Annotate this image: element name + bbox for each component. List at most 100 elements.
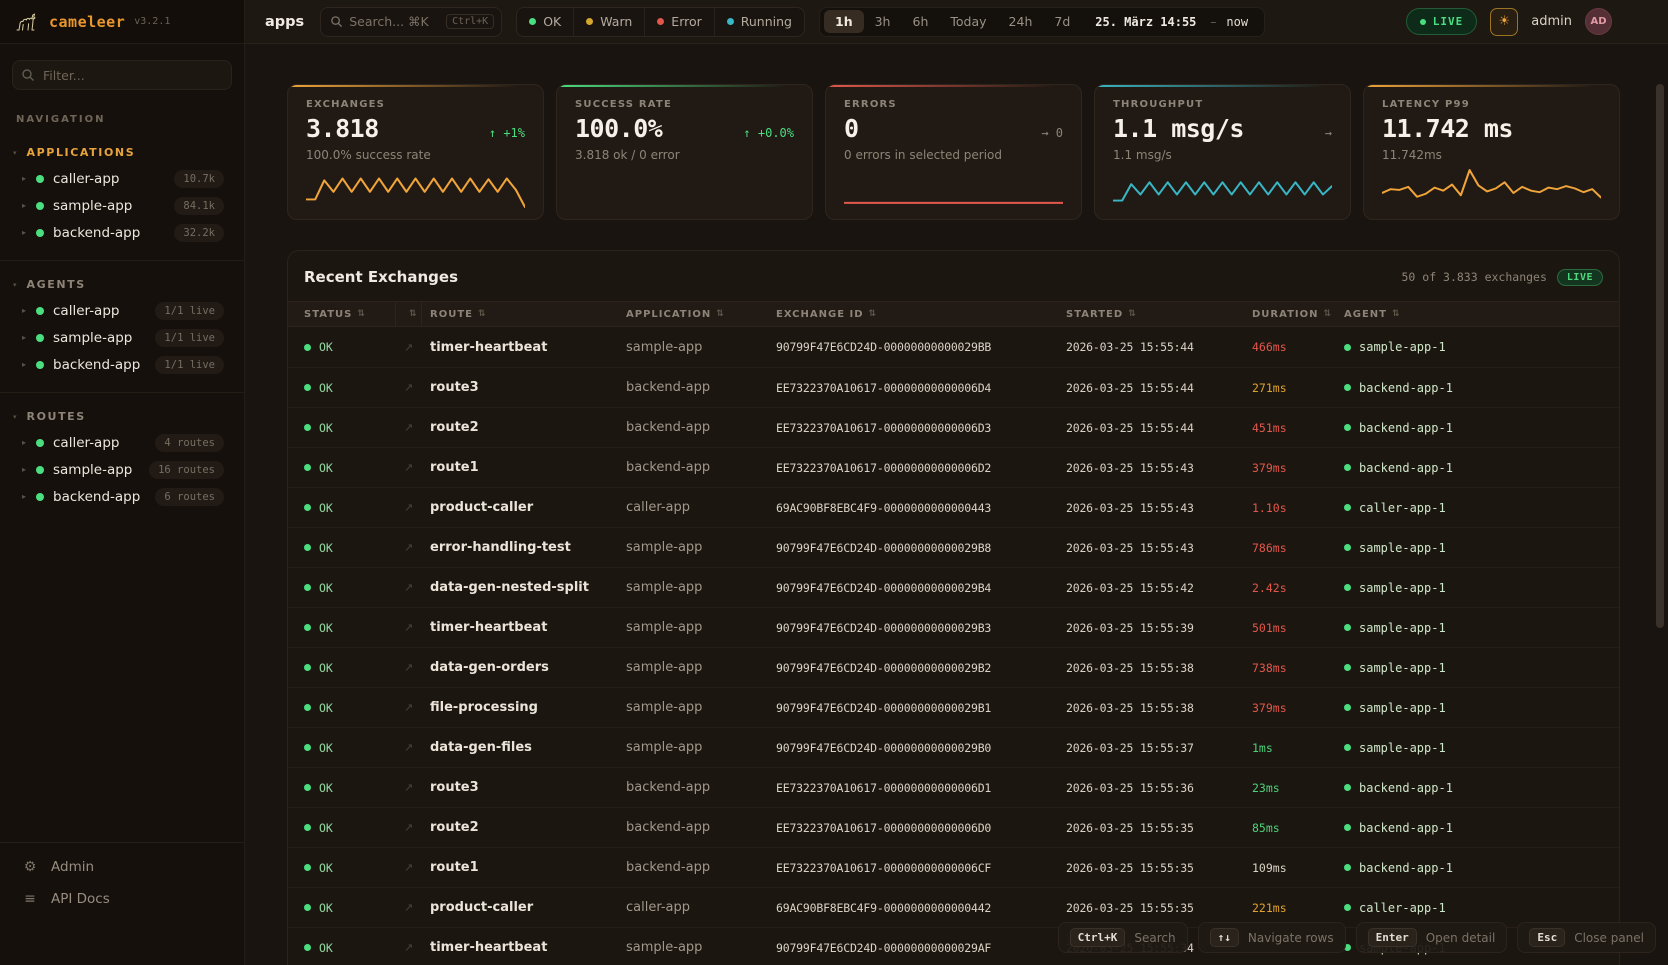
time-range-button[interactable]: 1h bbox=[824, 10, 864, 33]
global-search[interactable]: Ctrl+K bbox=[320, 7, 502, 37]
sidebar-section-title: APPLICATIONS bbox=[27, 146, 136, 159]
status-cell: OK bbox=[304, 941, 404, 955]
ok-dot bbox=[304, 344, 311, 351]
brand-name: cameleer bbox=[49, 13, 125, 31]
table-row[interactable]: OK ↗ route2 backend-app EE7322370A10617-… bbox=[288, 407, 1619, 447]
time-range-button[interactable]: 6h bbox=[902, 10, 940, 33]
card-label: ERRORS bbox=[844, 99, 1063, 110]
time-range-button[interactable]: 3h bbox=[864, 10, 902, 33]
topbar: apps Ctrl+K OK Warn Error bbox=[245, 0, 1668, 44]
sidebar-item[interactable]: ▸ caller-app 10.7k bbox=[0, 165, 244, 192]
table-row[interactable]: OK ↗ route1 backend-app EE7322370A10617-… bbox=[288, 447, 1619, 487]
application-cell: backend-app bbox=[626, 860, 776, 875]
card-subtitle: 100.0% success rate bbox=[306, 148, 525, 162]
started-cell: 2026-03-25 15:55:44 bbox=[1066, 381, 1252, 395]
filter-input[interactable] bbox=[12, 60, 232, 90]
status-filter-chip[interactable]: Error bbox=[644, 8, 713, 36]
sidebar-item[interactable]: ▸ sample-app 16 routes bbox=[0, 456, 244, 483]
table-row[interactable]: OK ↗ route3 backend-app EE7322370A10617-… bbox=[288, 367, 1619, 407]
status-cell: OK bbox=[304, 781, 404, 795]
stat-card[interactable]: SUCCESS RATE 100.0% ↑ +0.0% 3.818 ok / 0… bbox=[556, 84, 813, 220]
chevron-down-icon: ▾ bbox=[13, 413, 17, 421]
hint-key: Enter bbox=[1368, 928, 1417, 947]
column-header[interactable]: STATUS ⇅ bbox=[304, 302, 396, 326]
column-header[interactable]: ⇅ bbox=[404, 302, 422, 326]
table-row[interactable]: OK ↗ product-caller caller-app 69AC90BF8… bbox=[288, 487, 1619, 527]
status-dot bbox=[36, 361, 44, 369]
table-row[interactable]: OK ↗ route3 backend-app EE7322370A10617-… bbox=[288, 767, 1619, 807]
status-filter-chip[interactable]: OK bbox=[517, 8, 573, 36]
theme-toggle-button[interactable]: ☀ bbox=[1490, 8, 1518, 36]
table-row[interactable]: OK ↗ timer-heartbeat sample-app 90799F47… bbox=[288, 607, 1619, 647]
application-cell: backend-app bbox=[626, 420, 776, 435]
table-row[interactable]: OK ↗ route1 backend-app EE7322370A10617-… bbox=[288, 847, 1619, 887]
table-row[interactable]: OK ↗ file-processing sample-app 90799F47… bbox=[288, 687, 1619, 727]
status-dot bbox=[36, 175, 44, 183]
started-cell: 2026-03-25 15:55:37 bbox=[1066, 741, 1252, 755]
route-cell: error-handling-test bbox=[430, 540, 626, 555]
sidebar-section: ▾ ROUTES ▸ caller-app 4 routes ▸ sample bbox=[0, 392, 244, 510]
time-range-button[interactable]: 24h bbox=[998, 10, 1044, 33]
column-header[interactable]: ROUTE ⇅ bbox=[430, 302, 626, 326]
sidebar-item-badge: 16 routes bbox=[149, 461, 224, 479]
sidebar-item-label: caller-app bbox=[53, 171, 119, 187]
sidebar-section-header[interactable]: ▾ ROUTES bbox=[0, 407, 244, 429]
column-header[interactable]: STARTED ⇅ bbox=[1066, 302, 1252, 326]
trend-icon: ↗ bbox=[404, 581, 430, 594]
status-cell: OK bbox=[304, 461, 404, 475]
column-header[interactable]: EXCHANGE ID ⇅ bbox=[776, 302, 1066, 326]
agent-dot bbox=[1344, 344, 1351, 351]
sidebar-item[interactable]: ▸ backend-app 6 routes bbox=[0, 483, 244, 510]
sidebar-item[interactable]: ▸ sample-app 84.1k bbox=[0, 192, 244, 219]
stat-card[interactable]: EXCHANGES 3.818 ↑ +1% 100.0% success rat… bbox=[287, 84, 544, 220]
exchange-id-cell: 90799F47E6CD24D-00000000000029AF bbox=[776, 941, 1066, 955]
card-value: 11.742 ms bbox=[1382, 114, 1513, 143]
hint-chip: Esc Close panel bbox=[1517, 922, 1656, 953]
sidebar-section-header[interactable]: ▾ APPLICATIONS bbox=[0, 143, 244, 165]
sidebar-item[interactable]: ▸ caller-app 1/1 live bbox=[0, 297, 244, 324]
table-row[interactable]: OK ↗ product-caller caller-app 69AC90BF8… bbox=[288, 887, 1619, 927]
status-filter-chip[interactable]: Warn bbox=[573, 8, 644, 36]
status-cell: OK bbox=[304, 340, 404, 354]
vertical-scrollbar[interactable] bbox=[1655, 48, 1665, 961]
stat-card[interactable]: THROUGHPUT 1.1 msg/s → 1.1 msg/s bbox=[1094, 84, 1351, 220]
datetime-label[interactable]: 25. März 14:55 bbox=[1081, 15, 1206, 29]
range-end-label[interactable]: now bbox=[1220, 15, 1260, 29]
agent-cell: sample-app-1 bbox=[1344, 621, 1603, 635]
column-header[interactable]: AGENT ⇅ bbox=[1344, 302, 1603, 326]
sidebar-item[interactable]: ▸ sample-app 1/1 live bbox=[0, 324, 244, 351]
duration-cell: 379ms bbox=[1252, 461, 1344, 475]
table-row[interactable]: OK ↗ data-gen-orders sample-app 90799F47… bbox=[288, 647, 1619, 687]
scrollbar-thumb[interactable] bbox=[1656, 84, 1664, 628]
status-dot bbox=[36, 334, 44, 342]
sidebar-item[interactable]: ▸ backend-app 1/1 live bbox=[0, 351, 244, 378]
sidebar-section-header[interactable]: ▾ AGENTS bbox=[0, 275, 244, 297]
live-badge[interactable]: LIVE bbox=[1406, 8, 1478, 35]
search-input[interactable] bbox=[349, 14, 440, 29]
column-header[interactable]: DURATION ⇅ bbox=[1252, 302, 1344, 326]
time-range-button[interactable]: Today bbox=[939, 10, 997, 33]
table-row[interactable]: OK ↗ timer-heartbeat sample-app 90799F47… bbox=[288, 327, 1619, 367]
sidebar-item-label: sample-app bbox=[53, 462, 132, 478]
status-filter-label: OK bbox=[543, 14, 561, 29]
sidebar-footer-item[interactable]: ≡ API Docs bbox=[0, 883, 244, 915]
table-row[interactable]: OK ↗ data-gen-nested-split sample-app 90… bbox=[288, 567, 1619, 607]
time-range-button[interactable]: 7d bbox=[1043, 10, 1081, 33]
chevron-right-icon: ▸ bbox=[22, 174, 36, 183]
status-filter-chip[interactable]: Running bbox=[714, 8, 804, 36]
agent-dot bbox=[1344, 704, 1351, 711]
column-label: STATUS bbox=[304, 309, 352, 320]
table-row[interactable]: OK ↗ data-gen-files sample-app 90799F47E… bbox=[288, 727, 1619, 767]
stat-card[interactable]: ERRORS 0 → 0 0 errors in selected period bbox=[825, 84, 1082, 220]
sidebar-footer-item[interactable]: ⚙ Admin bbox=[0, 851, 244, 883]
avatar[interactable]: AD bbox=[1585, 8, 1612, 35]
sidebar-item[interactable]: ▸ caller-app 4 routes bbox=[0, 429, 244, 456]
hint-key: Ctrl+K bbox=[1070, 928, 1126, 947]
sidebar-item[interactable]: ▸ backend-app 32.2k bbox=[0, 219, 244, 246]
stat-card[interactable]: LATENCY P99 11.742 ms 11.742ms bbox=[1363, 84, 1620, 220]
table-row[interactable]: OK ↗ route2 backend-app EE7322370A10617-… bbox=[288, 807, 1619, 847]
table-row[interactable]: OK ↗ error-handling-test sample-app 9079… bbox=[288, 527, 1619, 567]
card-value: 1.1 msg/s bbox=[1113, 114, 1244, 143]
column-header[interactable]: APPLICATION ⇅ bbox=[626, 302, 776, 326]
route-cell: route1 bbox=[430, 460, 626, 475]
